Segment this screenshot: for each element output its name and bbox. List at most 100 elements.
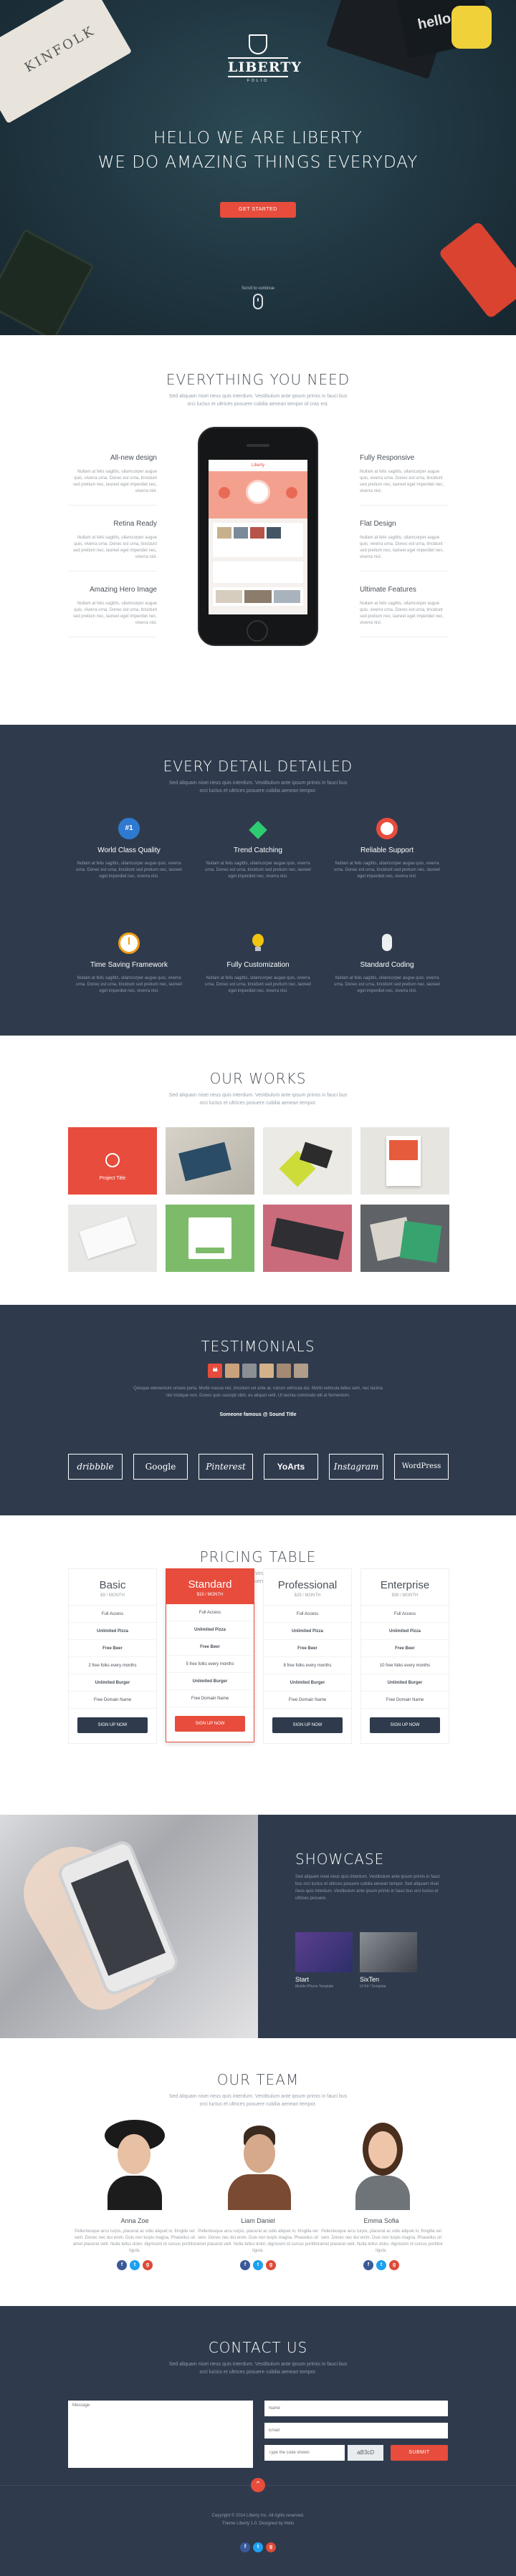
plan-feature: Free Domain Name	[166, 1690, 254, 1707]
plan-feature: Unlimited Pizza	[69, 1623, 156, 1640]
captcha-input[interactable]	[264, 2445, 345, 2461]
sign-up-button[interactable]: SIGN UP NOW	[77, 1717, 148, 1733]
google-plus-icon[interactable]: g	[143, 2260, 153, 2270]
plan-feature: 10 free folks every months	[361, 1657, 449, 1674]
work-caption: Project Title	[99, 1176, 126, 1181]
plan-name: Standard	[188, 1578, 232, 1591]
google-plus-icon[interactable]: g	[266, 2260, 276, 2270]
app-card	[213, 523, 303, 557]
client-google[interactable]: Google	[133, 1454, 188, 1480]
plan-feature: Full Access	[166, 1604, 254, 1621]
showcase-thumb	[360, 1932, 417, 1972]
plan-feature: Unlimited Pizza	[361, 1623, 449, 1640]
sign-up-button[interactable]: SIGN UP NOW	[175, 1716, 245, 1732]
feature-text: Nullam at felis sagittis, ullamcorper au…	[72, 602, 157, 625]
detail-standard-coding: Standard Coding Nullam at felis sagittis…	[333, 932, 441, 995]
plan-feature: 2 free folks every months	[69, 1657, 156, 1674]
work-item[interactable]	[166, 1127, 254, 1195]
twitter-icon[interactable]: t	[376, 2260, 386, 2270]
get-started-button[interactable]: GET STARTED	[220, 202, 296, 218]
sign-up-button[interactable]: SIGN UP NOW	[272, 1717, 343, 1733]
hero-headline-1: HELLO WE ARE LIBERTY	[153, 129, 363, 148]
detail-title: Standard Coding	[360, 961, 414, 969]
client-wordpress[interactable]: WordPress	[394, 1454, 449, 1480]
facebook-icon[interactable]: f	[240, 2260, 250, 2270]
showcase-item-sixten[interactable]: SixTen UI Kit / Template	[360, 1932, 417, 1989]
submit-button[interactable]: SUBMIT	[391, 2445, 448, 2461]
sign-up-button[interactable]: SIGN UP NOW	[370, 1717, 440, 1733]
hero-section: KINFOLK hello LIBERTY FOLIO HELLO WE ARE…	[0, 0, 516, 335]
footer-social: ftg	[0, 2537, 516, 2552]
facebook-icon[interactable]: f	[117, 2260, 127, 2270]
work-item[interactable]	[360, 1127, 449, 1195]
client-dribbble[interactable]: dribbble	[68, 1454, 123, 1480]
twitter-icon[interactable]: t	[253, 2542, 263, 2552]
showcase-item-sub: UI Kit / Template	[360, 1984, 386, 1989]
feature-fully-responsive: Fully Responsive Nullam at felis sagitti…	[360, 454, 448, 506]
facebook-icon[interactable]: f	[363, 2260, 373, 2270]
plan-feature: Free Beer	[166, 1639, 254, 1656]
scroll-mouse-icon[interactable]	[253, 294, 263, 309]
message-textarea[interactable]	[68, 2401, 253, 2468]
client-instagram[interactable]: Instagram	[329, 1454, 383, 1480]
email-input[interactable]	[264, 2423, 448, 2438]
twitter-icon[interactable]: t	[130, 2260, 140, 2270]
avatar[interactable]	[242, 1364, 257, 1378]
detail-text: Nullam at felis sagittis, ullamcorper au…	[205, 862, 311, 879]
plan-professional: Professional $29 / MONTH Full Access Unl…	[263, 1568, 352, 1744]
feature-title: Ultimate Features	[360, 586, 416, 594]
app-title: Liberty	[209, 460, 307, 471]
feature-all-new-design: All-new design Nullam at felis sagittis,…	[69, 454, 157, 506]
client-pinterest[interactable]: Pinterest	[199, 1454, 253, 1480]
features-section: EVERYTHING YOU NEED Sed aliquam nisei ri…	[0, 335, 516, 725]
work-item[interactable]	[68, 1205, 157, 1272]
plan-basic: Basic $9 / MONTH Full Access Unlimited P…	[68, 1568, 157, 1744]
plan-name: Basic	[99, 1579, 126, 1591]
logo-word: LIBERTY	[228, 57, 301, 77]
feature-text: Nullam at felis sagittis, ullamcorper au…	[360, 602, 444, 625]
back-to-top-icon[interactable]: ⌃	[251, 2478, 265, 2492]
liberty-logo[interactable]: LIBERTY FOLIO	[228, 34, 301, 90]
box-text: hello	[416, 10, 453, 33]
plan-feature: Free Beer	[69, 1640, 156, 1657]
growth-icon	[247, 818, 269, 839]
member-name: Emma Sofia	[363, 2217, 399, 2224]
work-item[interactable]	[360, 1205, 449, 1272]
contact-section: CONTACT US Sed aliquam nisei rieus quis …	[0, 2306, 516, 2576]
avatar[interactable]	[294, 1364, 308, 1378]
facebook-icon[interactable]: f	[240, 2542, 250, 2552]
features-title: EVERYTHING YOU NEED	[166, 371, 350, 388]
avatar[interactable]	[259, 1364, 274, 1378]
google-plus-icon[interactable]: g	[389, 2260, 399, 2270]
showcase-item-start[interactable]: Start Mobile iPhone Template	[295, 1932, 353, 1989]
plan-header: Standard $19 / MONTH	[166, 1568, 254, 1604]
iphone-mockup: Liberty	[198, 427, 318, 646]
plan-feature: Free Domain Name	[361, 1692, 449, 1709]
feature-text: Nullam at felis sagittis, ullamcorper au…	[360, 470, 444, 493]
hero-headline-2: WE DO AMAZING THINGS EVERYDAY	[97, 153, 419, 172]
work-item[interactable]	[166, 1205, 254, 1272]
google-plus-icon[interactable]: g	[266, 2542, 276, 2552]
phone-screen: Liberty	[209, 460, 307, 614]
work-item[interactable]	[263, 1205, 352, 1272]
plan-feature: Free Beer	[264, 1640, 351, 1657]
jar-prop	[452, 6, 492, 49]
member-name: Liam Daniel	[241, 2217, 275, 2224]
team-subtitle: Sed aliquam nisei rieus quis interdum. V…	[168, 2094, 348, 2107]
avatar[interactable]	[277, 1364, 291, 1378]
detail-title: Trend Catching	[234, 846, 282, 854]
client-yoarts[interactable]: YoArts	[264, 1454, 318, 1480]
showcase-item-title: Start	[295, 1976, 310, 1983]
name-input[interactable]	[264, 2401, 448, 2416]
scroll-label: Scroll to continue	[241, 286, 275, 291]
avatar[interactable]	[225, 1364, 239, 1378]
quote-icon[interactable]: ❝	[208, 1364, 222, 1378]
twitter-icon[interactable]: t	[253, 2260, 263, 2270]
app-gallery	[213, 587, 303, 606]
features-subtitle: Sed aliquam nisei rieus quis interdum. V…	[168, 394, 348, 407]
work-item[interactable]	[263, 1127, 352, 1195]
team-member-anna: Anna Zoe Pellentesque arcu turpis, place…	[72, 2118, 198, 2270]
work-item[interactable]: Project Title	[68, 1127, 157, 1195]
details-subtitle: Sed aliquam nisei rieus quis interdum. V…	[168, 781, 348, 793]
detail-text: Nullam at felis sagittis, ullamcorper au…	[76, 862, 182, 879]
